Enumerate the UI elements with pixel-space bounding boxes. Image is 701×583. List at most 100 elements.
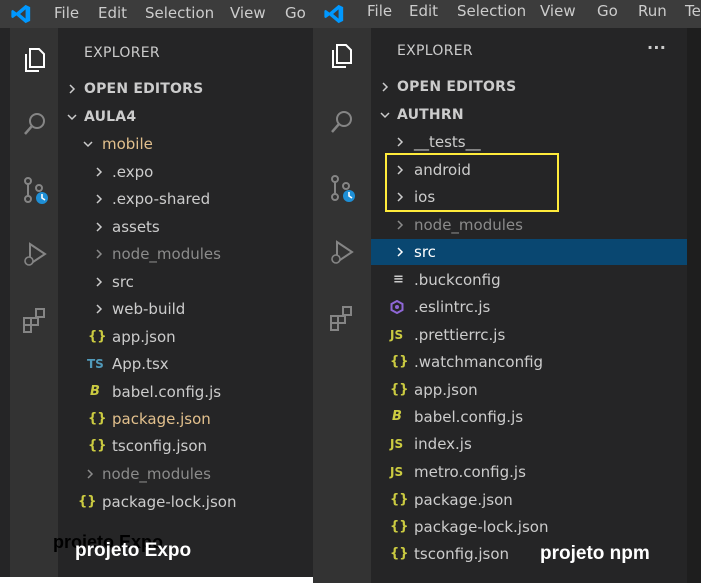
explorer-title: EXPLORER <box>84 45 160 61</box>
chevron-right-icon <box>382 82 389 92</box>
menu-go[interactable]: Go <box>285 4 306 22</box>
menu-view[interactable]: View <box>540 2 576 20</box>
editor-area-edge <box>687 28 701 583</box>
tree-file[interactable]: JS index.js <box>371 431 687 457</box>
tree-file[interactable]: B babel.config.js <box>371 404 687 430</box>
tree-file[interactable]: {} package.json <box>371 487 687 513</box>
json-file-icon: {} <box>390 492 409 507</box>
folder-label: src <box>414 243 436 261</box>
tree-folder[interactable]: .expo <box>62 159 313 185</box>
tree-folder[interactable]: node_modules <box>371 212 687 238</box>
chevron-right-icon <box>96 167 103 177</box>
folder-mobile[interactable]: mobile <box>62 131 313 157</box>
tree-file[interactable]: JS .prettierrc.js <box>371 322 687 348</box>
babel-file-icon: B <box>90 384 100 399</box>
tree-file[interactable]: {} tsconfig.json <box>62 433 313 459</box>
left-vscode-window: File Edit Selection View Go EXPLORER OPE… <box>0 0 313 583</box>
file-label: .eslintrc.js <box>414 298 491 316</box>
chevron-right-icon <box>87 469 94 479</box>
json-file-icon: {} <box>390 354 409 369</box>
more-actions-button[interactable]: ··· <box>647 38 666 57</box>
right-vscode-window: File Edit Selection View Go Run Te EXPLO… <box>313 0 701 583</box>
folder-label: .expo <box>112 163 154 181</box>
chevron-right-icon <box>96 277 103 287</box>
file-label: package.json <box>414 491 513 509</box>
section-label: OPEN EDITORS <box>84 81 204 97</box>
run-debug-icon[interactable] <box>328 238 356 266</box>
json-file-icon: {} <box>88 411 107 426</box>
file-label: .watchmanconfig <box>414 353 544 371</box>
tree-file[interactable]: {} app.json <box>371 377 687 403</box>
eslint-file-icon <box>390 300 404 314</box>
file-label: app.json <box>414 381 478 399</box>
tree-folder[interactable]: assets <box>62 214 313 240</box>
menu-selection[interactable]: Selection <box>145 4 214 22</box>
tree-file[interactable]: {} app.json <box>62 324 313 350</box>
json-file-icon: {} <box>78 494 97 509</box>
file-label: metro.config.js <box>414 463 526 481</box>
file-label: babel.config.js <box>414 408 524 426</box>
section-label: OPEN EDITORS <box>397 79 517 95</box>
workspace-root-folder[interactable]: AULA4 <box>62 104 313 130</box>
javascript-file-icon: JS <box>390 437 404 451</box>
file-label: .buckconfig <box>414 271 501 289</box>
tree-folder[interactable]: node_modules <box>62 241 313 267</box>
folder-label: __tests__ <box>414 133 481 151</box>
menu-run[interactable]: Run <box>638 2 667 20</box>
explorer-files-icon[interactable] <box>21 46 49 74</box>
menu-file[interactable]: File <box>54 4 79 22</box>
extensions-icon[interactable] <box>328 304 356 332</box>
folder-label: AULA4 <box>84 109 137 125</box>
chevron-right-icon <box>397 137 404 147</box>
folder-label: AUTHRN <box>397 107 464 123</box>
search-icon[interactable] <box>328 108 356 136</box>
search-icon[interactable] <box>21 110 49 138</box>
source-control-icon[interactable] <box>328 174 356 202</box>
javascript-file-icon: JS <box>390 328 404 342</box>
explorer-files-icon[interactable] <box>328 42 356 70</box>
workspace-root-folder[interactable]: AUTHRN <box>371 102 687 128</box>
tree-file[interactable]: .eslintrc.js <box>371 294 687 320</box>
tree-file[interactable]: TS App.tsx <box>62 351 313 377</box>
json-file-icon: {} <box>390 382 409 397</box>
tree-file[interactable]: {} package-lock.json <box>62 489 313 515</box>
chevron-right-icon <box>397 247 404 257</box>
menu-file[interactable]: File <box>367 2 392 20</box>
tree-folder[interactable]: src <box>62 269 313 295</box>
tree-file[interactable]: JS metro.config.js <box>371 459 687 485</box>
menu-selection[interactable]: Selection <box>457 2 526 20</box>
folder-label: assets <box>112 218 160 236</box>
tree-file[interactable]: {} package.json <box>62 406 313 432</box>
tree-folder[interactable]: __tests__ <box>371 129 687 155</box>
javascript-file-icon: JS <box>390 465 404 479</box>
tree-folder[interactable]: web-build <box>62 296 313 322</box>
extensions-icon[interactable] <box>21 306 49 334</box>
tree-file[interactable]: B babel.config.js <box>62 379 313 405</box>
tree-file[interactable]: {} package-lock.json <box>371 514 687 540</box>
run-debug-icon[interactable] <box>21 240 49 268</box>
tree-folder[interactable]: node_modules <box>62 461 313 487</box>
file-label: package-lock.json <box>414 518 549 536</box>
tree-file[interactable]: ≡ .buckconfig <box>371 267 687 293</box>
chevron-right-icon <box>96 304 103 314</box>
menu-bar: File Edit Selection View Go Run Te <box>313 0 701 28</box>
open-editors-section[interactable]: OPEN EDITORS <box>62 76 313 102</box>
menu-go[interactable]: Go <box>597 2 618 20</box>
menu-terminal[interactable]: Te <box>685 2 701 20</box>
folder-label: mobile <box>102 135 153 153</box>
json-file-icon: {} <box>390 546 409 561</box>
tree-file[interactable]: {} .watchmanconfig <box>371 349 687 375</box>
caption-projeto-expo: projeto Expo <box>75 540 192 561</box>
folder-label: node_modules <box>102 465 211 483</box>
babel-file-icon: B <box>392 409 402 424</box>
menu-edit[interactable]: Edit <box>409 2 438 20</box>
tree-folder-selected[interactable]: src <box>371 239 687 265</box>
highlight-rectangle <box>385 153 559 212</box>
source-control-icon[interactable] <box>21 176 49 204</box>
json-file-icon: {} <box>390 519 409 534</box>
menu-view[interactable]: View <box>230 4 266 22</box>
menu-edit[interactable]: Edit <box>98 4 127 22</box>
tree-folder[interactable]: .expo-shared <box>62 186 313 212</box>
open-editors-section[interactable]: OPEN EDITORS <box>371 74 687 100</box>
folder-label: .expo-shared <box>112 190 211 208</box>
